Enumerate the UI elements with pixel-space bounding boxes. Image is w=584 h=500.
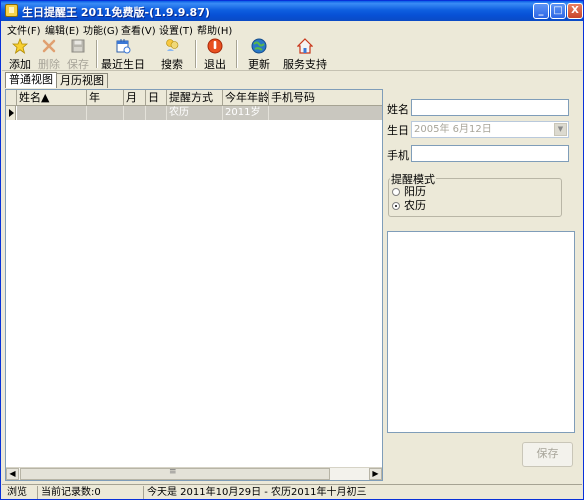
window-title: 生日提醒王 2011免费版-(1.9.9.87): [22, 6, 210, 19]
cell-age: 2011岁: [223, 106, 269, 120]
cell-name: [17, 106, 87, 120]
tab-normal-view[interactable]: 普通视图: [5, 72, 57, 88]
star-icon: [12, 38, 28, 54]
cell-day: [146, 106, 167, 120]
save-button[interactable]: 保存: [522, 442, 573, 467]
add-button[interactable]: 添加: [6, 38, 34, 71]
radio-lunar-label: 农历: [404, 199, 426, 212]
birthday-label: 生日: [387, 124, 409, 137]
scroll-thumb[interactable]: [20, 467, 330, 480]
scroll-left-icon[interactable]: ◀: [6, 468, 19, 480]
title-bar[interactable]: 生日提醒王 2011免费版-(1.9.9.87) _ □ X: [1, 1, 583, 21]
support-button[interactable]: 服务支持: [282, 38, 328, 71]
menu-settings[interactable]: 设置(T): [159, 22, 193, 37]
menu-file[interactable]: 文件(F): [7, 22, 41, 37]
delete-button[interactable]: 删除: [35, 38, 63, 71]
home-support-icon: [297, 38, 313, 54]
toolbar-separator: [96, 40, 98, 68]
menu-bar: 文件(F) 编辑(E) 功能(G) 查看(V) 设置(T) 帮助(H): [2, 21, 582, 37]
radio-checked-icon: [392, 202, 400, 210]
scroll-right-icon[interactable]: ▶: [369, 468, 382, 480]
cell-phone: [269, 106, 382, 120]
column-month[interactable]: 月: [124, 90, 146, 106]
chevron-down-icon[interactable]: ▼: [554, 123, 567, 136]
radio-unchecked-icon: [392, 188, 400, 196]
name-field[interactable]: [411, 99, 569, 116]
column-name[interactable]: 姓名▲: [17, 90, 87, 106]
update-label: 更新: [248, 58, 270, 71]
grid-header: 姓名▲ 年 月 日 提醒方式 今年年龄 手机号码: [6, 90, 382, 106]
column-day[interactable]: 日: [146, 90, 167, 106]
search-button[interactable]: 搜索: [158, 38, 186, 71]
search-label: 搜索: [161, 58, 183, 71]
toolbar: 添加 删除 保存 最近生日 搜索 退出 更新 服务支持: [2, 37, 582, 71]
detail-panel: 姓名 生日 2005年 6月12日 ▼ 手机 提醒模式 阳历 农历 保存: [385, 89, 581, 481]
calendar-recent-icon: [116, 39, 131, 54]
power-exit-icon: [207, 38, 223, 54]
birthday-grid[interactable]: 姓名▲ 年 月 日 提醒方式 今年年龄 手机号码 农历 2011岁 ◀ ▶: [5, 89, 383, 481]
column-phone[interactable]: 手机号码: [269, 90, 382, 106]
column-remind-mode[interactable]: 提醒方式: [167, 90, 223, 106]
toolbar-separator-3: [236, 40, 238, 68]
add-label: 添加: [9, 58, 31, 71]
phone-field[interactable]: [411, 145, 569, 162]
save-toolbar-label: 保存: [67, 58, 89, 71]
close-button[interactable]: X: [567, 3, 583, 19]
radio-lunar[interactable]: 农历: [392, 197, 426, 213]
recent-birthday-label: 最近生日: [101, 58, 145, 71]
save-toolbar-button[interactable]: 保存: [64, 38, 92, 71]
search-people-icon: [166, 39, 179, 51]
menu-view[interactable]: 查看(V): [121, 22, 156, 37]
cell-year: [87, 106, 124, 120]
column-indicator: [6, 90, 17, 106]
status-record-count: 当前记录数:0: [38, 486, 144, 499]
memo-textarea[interactable]: [387, 231, 575, 433]
menu-help[interactable]: 帮助(H): [197, 22, 232, 37]
view-tabs: 普通视图 月历视图: [2, 72, 582, 88]
cell-remind-mode: 农历: [167, 106, 223, 120]
tab-calendar-view[interactable]: 月历视图: [56, 73, 108, 88]
minimize-button[interactable]: _: [533, 3, 549, 19]
app-window: 生日提醒王 2011免费版-(1.9.9.87) _ □ X 文件(F) 编辑(…: [0, 0, 584, 500]
exit-label: 退出: [204, 58, 226, 71]
status-today: 今天是 2011年10月29日 - 农历2011年十月初三: [147, 487, 367, 498]
globe-update-icon: [251, 38, 267, 54]
column-year[interactable]: 年: [87, 90, 124, 106]
update-button[interactable]: 更新: [243, 38, 275, 71]
support-label: 服务支持: [283, 58, 327, 71]
status-bar: 浏览 当前记录数:0 今天是 2011年10月29日 - 农历2011年十月初三: [2, 484, 582, 499]
birthday-date-picker[interactable]: 2005年 6月12日 ▼: [411, 121, 569, 138]
phone-label: 手机: [387, 149, 409, 162]
name-label: 姓名: [387, 103, 409, 116]
delete-x-icon: [42, 39, 56, 53]
app-icon: [5, 4, 18, 17]
exit-button[interactable]: 退出: [201, 38, 229, 71]
table-row[interactable]: 农历 2011岁: [17, 106, 382, 120]
delete-label: 删除: [38, 58, 60, 71]
floppy-save-icon: [71, 39, 85, 53]
status-mode: 浏览: [4, 486, 38, 499]
recent-birthday-button[interactable]: 最近生日: [101, 38, 145, 71]
maximize-button[interactable]: □: [550, 3, 566, 19]
row-indicator[interactable]: [6, 106, 16, 120]
column-age[interactable]: 今年年龄: [223, 90, 269, 106]
toolbar-separator-2: [195, 40, 197, 68]
horizontal-scrollbar[interactable]: ◀ ▶: [6, 467, 382, 480]
menu-function[interactable]: 功能(G): [83, 22, 119, 37]
birthday-value: 2005年 6月12日: [414, 124, 492, 135]
cell-month: [124, 106, 146, 120]
menu-edit[interactable]: 编辑(E): [45, 22, 79, 37]
